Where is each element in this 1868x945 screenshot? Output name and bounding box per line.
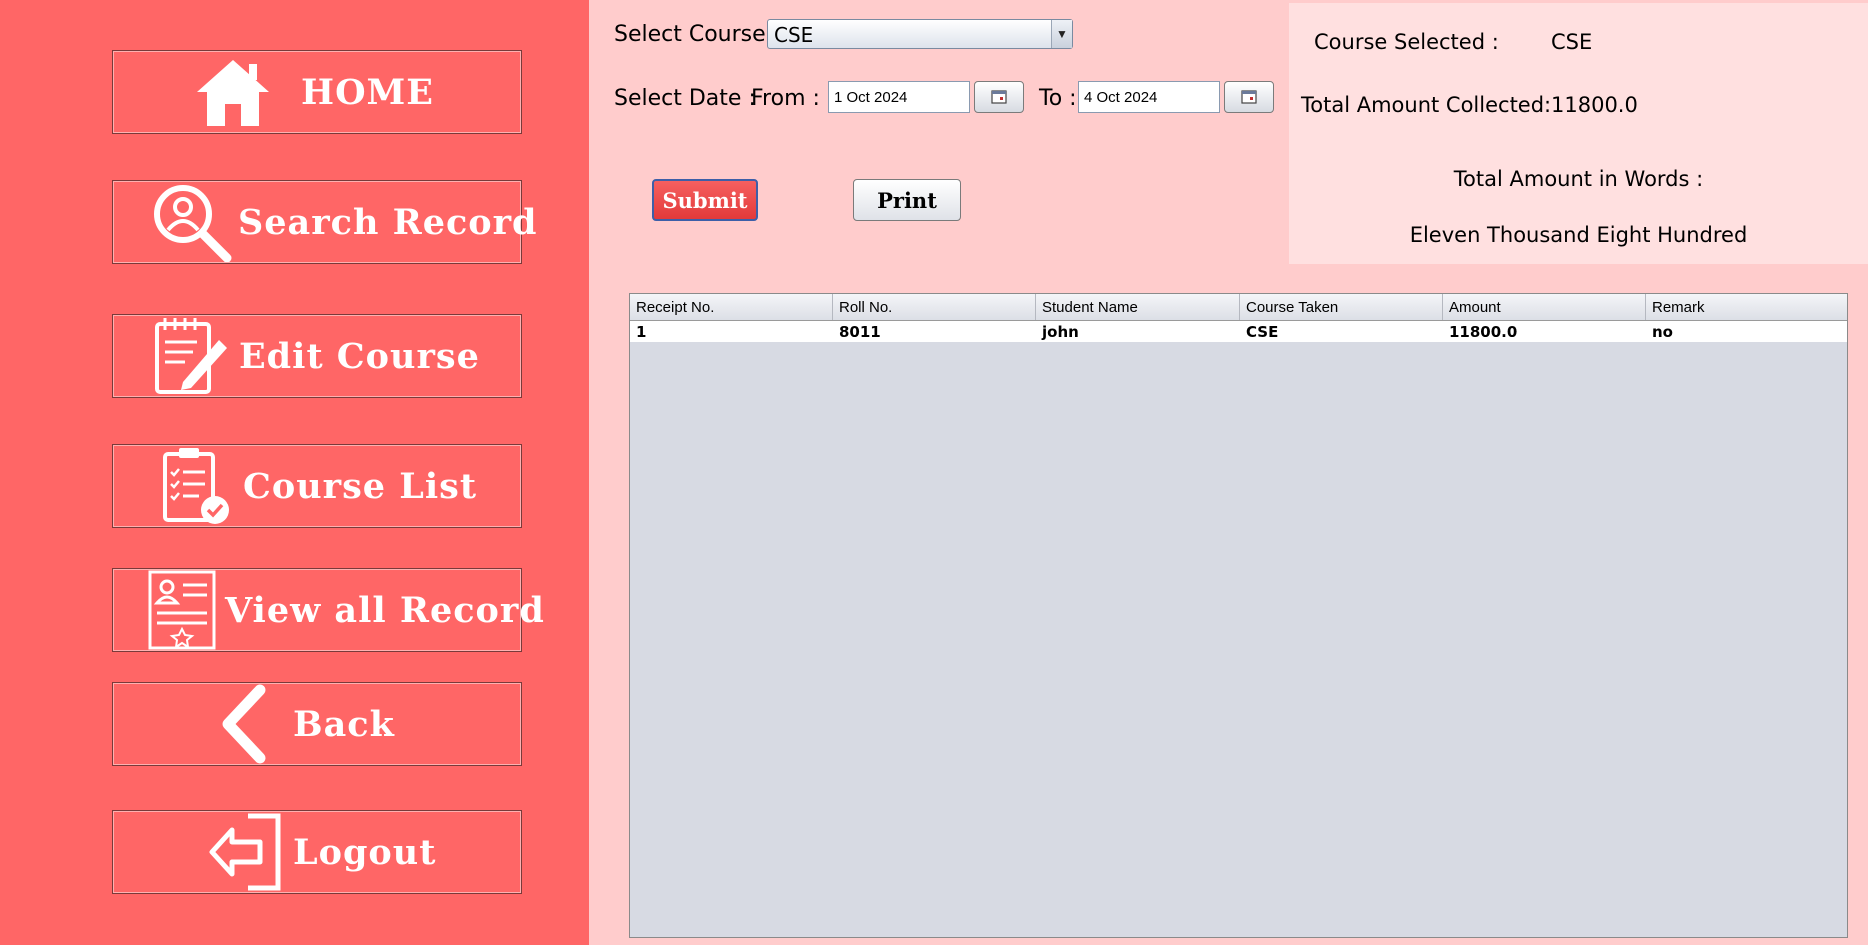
column-header-student-name[interactable]: Student Name — [1036, 294, 1240, 320]
search-record-button[interactable]: Search Record — [112, 180, 537, 264]
cell-remark: no — [1652, 323, 1673, 341]
edit-course-button[interactable]: Edit Course — [112, 314, 522, 398]
column-header-remark[interactable]: Remark — [1646, 294, 1847, 320]
view-all-record-label: View all Record — [225, 589, 545, 631]
home-button[interactable]: HOME — [112, 50, 522, 134]
edit-document-icon — [153, 315, 231, 397]
cell-student-name: john — [1042, 323, 1079, 341]
from-label: From : — [751, 86, 820, 111]
cell-roll-no: 8011 — [839, 323, 881, 341]
total-collected-value: 11800.0 — [1551, 93, 1638, 117]
view-all-record-button[interactable]: View all Record — [112, 568, 544, 652]
calendar-icon — [1241, 90, 1257, 104]
search-record-label: Search Record — [238, 201, 538, 243]
cell-amount: 11800.0 — [1449, 323, 1518, 341]
course-selected-value: CSE — [1551, 30, 1593, 54]
summary-panel: Course Selected : CSE Total Amount Colle… — [1289, 3, 1868, 264]
calendar-icon — [991, 90, 1007, 104]
to-calendar-button[interactable] — [1224, 81, 1274, 113]
words-label: Total Amount in Words : — [1453, 167, 1704, 191]
sidebar: HOME Search Record Edit Course Course Li… — [0, 0, 589, 945]
cell-receipt-no: 1 — [636, 323, 647, 341]
words-value: Eleven Thousand Eight Hundred — [1409, 223, 1748, 247]
cell-course-taken: CSE — [1246, 323, 1279, 341]
column-header-roll[interactable]: Roll No. — [833, 294, 1036, 320]
edit-course-label: Edit Course — [239, 335, 480, 377]
certificate-record-icon — [147, 569, 217, 651]
logout-icon — [208, 811, 284, 893]
from-calendar-button[interactable] — [974, 81, 1024, 113]
logout-label: Logout — [293, 831, 437, 873]
checklist-clipboard-icon — [161, 445, 231, 527]
column-header-amount[interactable]: Amount — [1443, 294, 1646, 320]
logout-button[interactable]: Logout — [112, 810, 522, 894]
course-select[interactable]: CSE ▼ — [767, 19, 1073, 49]
chevron-down-icon[interactable]: ▼ — [1051, 20, 1072, 48]
table-row[interactable]: 1 8011 john CSE 11800.0 no — [630, 321, 1847, 342]
home-icon — [193, 51, 273, 133]
to-date-value: 4 Oct 2024 — [1084, 89, 1158, 106]
total-collected-label: Total Amount Collected: — [1301, 93, 1552, 117]
back-label: Back — [293, 703, 395, 745]
column-header-course-taken[interactable]: Course Taken — [1240, 294, 1443, 320]
print-button[interactable]: Print — [853, 179, 961, 221]
course-list-label: Course List — [243, 465, 478, 507]
back-button[interactable]: Back — [112, 682, 522, 766]
home-label: HOME — [301, 71, 434, 113]
from-date-input[interactable]: 1 Oct 2024 — [828, 81, 970, 113]
chevron-left-icon — [218, 683, 268, 765]
column-header-receipt[interactable]: Receipt No. — [630, 294, 833, 320]
to-label: To : — [1039, 86, 1077, 111]
search-user-icon — [151, 181, 235, 263]
course-list-button[interactable]: Course List — [112, 444, 522, 528]
from-date-value: 1 Oct 2024 — [834, 89, 908, 106]
table-header: Receipt No. Roll No. Student Name Course… — [630, 294, 1847, 321]
select-date-label: Select Date : — [614, 86, 756, 111]
select-course-label: Select Course : — [614, 22, 781, 47]
course-select-value: CSE — [774, 23, 814, 47]
records-table[interactable]: Receipt No. Roll No. Student Name Course… — [629, 293, 1848, 938]
course-selected-label: Course Selected : — [1314, 30, 1499, 54]
submit-button[interactable]: Submit — [652, 179, 758, 221]
to-date-input[interactable]: 4 Oct 2024 — [1078, 81, 1220, 113]
